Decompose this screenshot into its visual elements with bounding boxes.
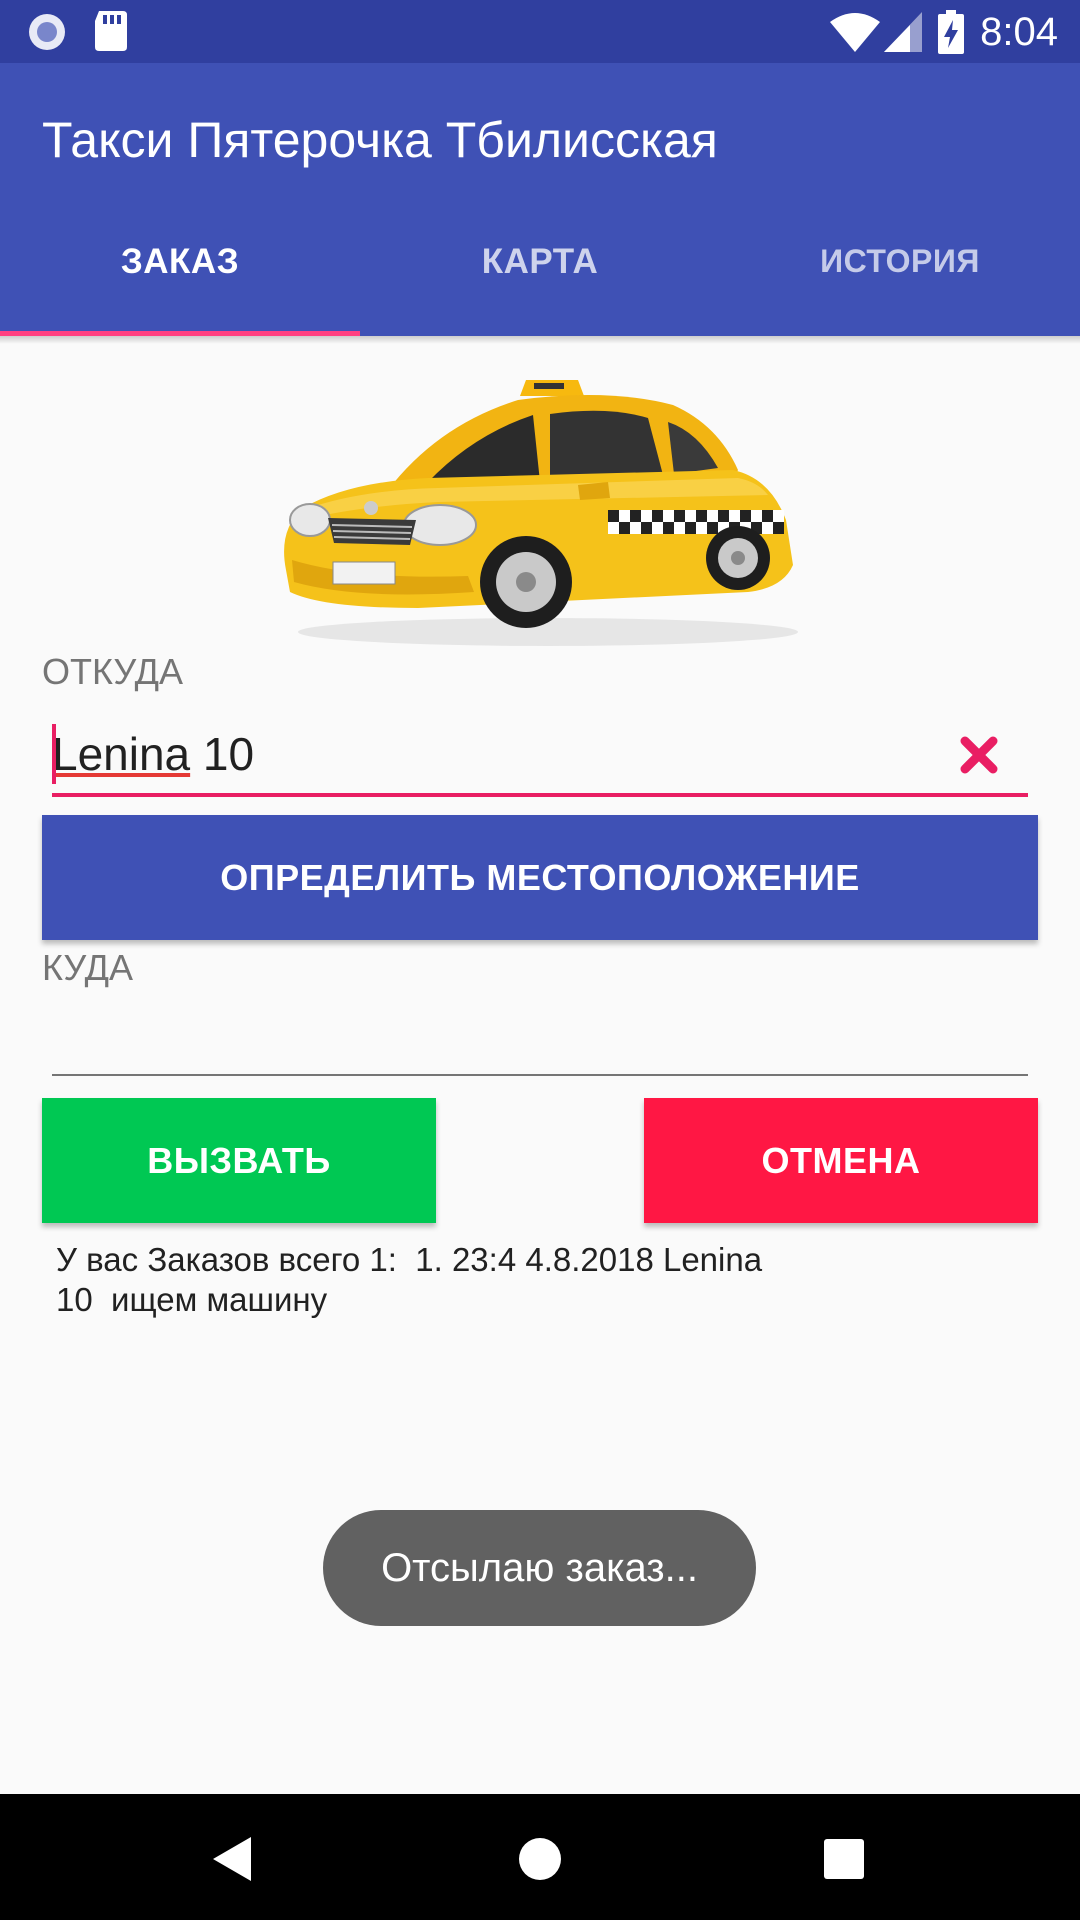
app-bar: Такси Пятерочка Тбилисская ЗАКАЗ КАРТА И… <box>0 63 1080 336</box>
clear-icon[interactable] <box>957 733 1001 777</box>
toast-message: Отсылаю заказ... <box>323 1510 756 1626</box>
from-field[interactable]: Lenina 10 <box>52 720 1028 797</box>
to-field[interactable] <box>52 1000 1028 1074</box>
from-field-underline <box>52 793 1028 797</box>
tab-history[interactable]: ИСТОРИЯ <box>720 225 1080 336</box>
to-label: КУДА <box>42 947 134 988</box>
taxi-car-image <box>284 380 798 646</box>
battery-charging-icon <box>938 10 964 54</box>
from-value-word: Lenina <box>52 728 191 780</box>
from-value-rest: 10 <box>190 728 255 780</box>
wifi-icon <box>830 13 880 52</box>
home-icon[interactable] <box>519 1838 561 1880</box>
notification-icon <box>29 14 65 50</box>
orders-summary: У вас Заказов всего 1: 1. 23:4 4.8.2018 … <box>56 1241 763 1318</box>
cancel-button[interactable]: ОТМЕНА <box>644 1098 1038 1223</box>
navigation-bar <box>0 1794 1080 1920</box>
from-field-value: Lenina 10 <box>52 727 254 781</box>
text-cursor <box>52 724 56 784</box>
signal-icon <box>884 12 922 52</box>
to-field-underline <box>52 1074 1028 1076</box>
status-bar: 8:04 <box>0 0 1080 63</box>
tab-map[interactable]: КАРТА <box>360 225 720 336</box>
clock: 8:04 <box>980 10 1058 54</box>
checker-stripe <box>608 510 784 534</box>
tab-history-label: ИСТОРИЯ <box>820 243 980 279</box>
call-taxi-button[interactable]: ВЫЗВАТЬ <box>42 1098 436 1223</box>
back-icon[interactable] <box>213 1837 253 1881</box>
locate-button[interactable]: ОПРЕДЕЛИТЬ МЕСТОПОЛОЖЕНИЕ <box>42 815 1038 940</box>
app-title: Такси Пятерочка Тбилисская <box>42 112 718 168</box>
sd-card-icon <box>95 11 127 51</box>
app-bar-shadow <box>0 336 1080 344</box>
tab-map-label: КАРТА <box>481 242 599 281</box>
from-label: ОТКУДА <box>42 651 184 692</box>
tab-order[interactable]: ЗАКАЗ <box>0 225 360 336</box>
recents-icon[interactable] <box>824 1839 864 1879</box>
tab-order-label: ЗАКАЗ <box>120 242 240 281</box>
